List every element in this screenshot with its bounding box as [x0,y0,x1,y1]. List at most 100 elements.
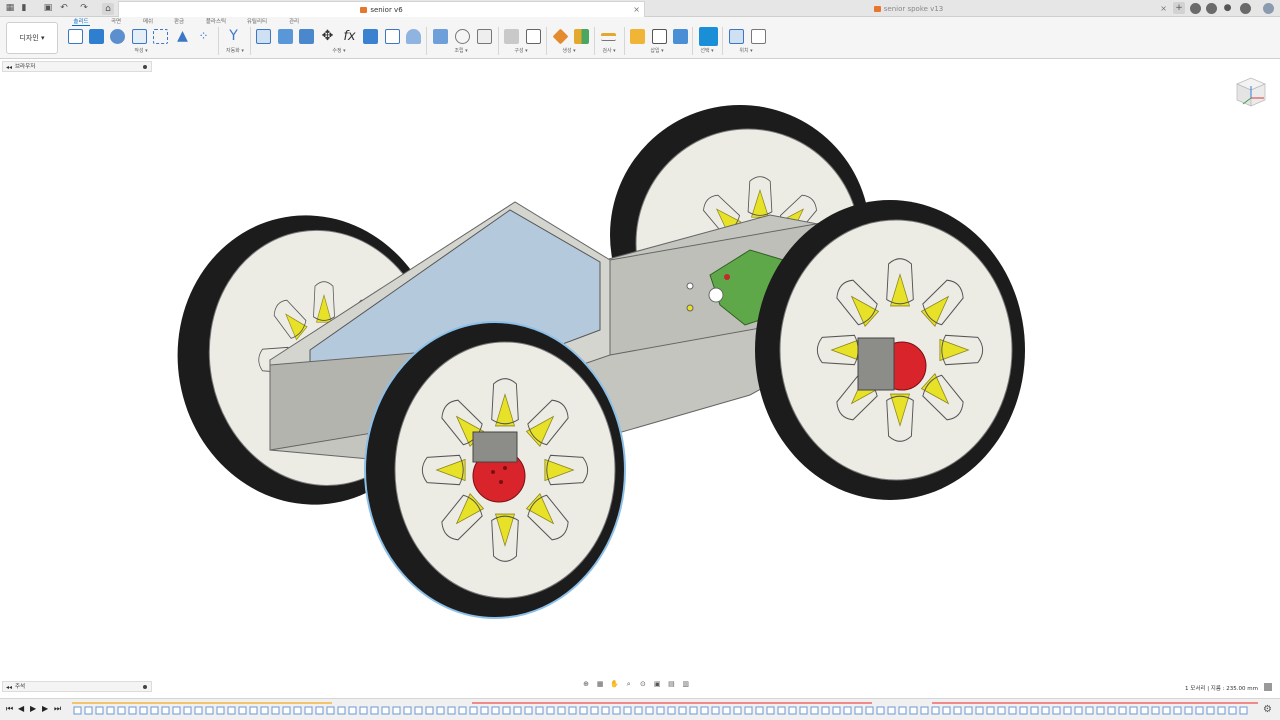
combine-icon[interactable] [385,29,400,44]
timeline-start-icon[interactable]: ⏮ [6,704,13,714]
app-grid-icon[interactable]: ▦ [4,2,16,14]
press-pull-icon[interactable] [256,29,271,44]
timeline-prev-icon[interactable]: ◀ [18,704,24,714]
loft-icon[interactable]: ▲ [175,29,190,44]
orbit-icon[interactable]: ⊕ [580,680,592,688]
timeline-feature-track[interactable] [72,702,1258,718]
capture-position-icon[interactable] [729,29,744,44]
model-canvas[interactable] [150,90,1050,630]
workspace-dropdown[interactable]: 디자인 ▾ [6,22,58,54]
move-icon[interactable]: ✥ [320,29,335,44]
parameters-icon[interactable]: fx [342,29,357,44]
divider [692,27,693,55]
tab-manage[interactable]: 관리 [286,17,302,25]
pin-icon[interactable] [143,685,147,689]
comments-panel[interactable]: ◂◂ 주석 [2,681,152,692]
divider [546,27,547,55]
browser-panel[interactable]: ◂◂ 브라우저 [2,61,152,72]
insert-canvas-icon[interactable] [673,29,688,44]
tab-solid[interactable]: 솔리드 [72,17,90,26]
as-built-joint-icon[interactable] [477,29,492,44]
notification-icon[interactable]: ● [1222,3,1233,14]
chamfer-icon[interactable] [299,29,314,44]
fillet-icon[interactable] [278,29,293,44]
timeline-next-icon[interactable]: ▶ [42,704,48,714]
fit-icon[interactable]: ⊙ [637,680,649,688]
zoom-icon[interactable]: ⌕ [623,680,635,689]
group-generate[interactable]: 생성 ▾ [556,47,582,54]
tab-mesh[interactable]: 메쉬 [140,17,156,25]
group-position[interactable]: 위치 ▾ [733,47,759,54]
pin-icon[interactable] [143,65,147,69]
group-construct[interactable]: 구성 ▾ [508,47,534,54]
help-icon[interactable] [1240,3,1251,14]
display-settings-icon[interactable]: ▣ [651,680,663,688]
revolve-icon[interactable] [110,29,125,44]
grid-settings-icon[interactable]: ▤ [665,680,677,688]
browser-label: 브라우저 [15,64,36,70]
save-icon[interactable]: ▣ [42,2,54,14]
hole-icon[interactable] [132,29,147,44]
pan-icon[interactable]: ✋ [608,680,620,688]
file-icon[interactable]: ▮ [18,2,30,14]
joint-icon[interactable] [455,29,470,44]
automate-icon[interactable]: Y [226,29,241,44]
tab-utilities[interactable]: 유틸리티 [245,17,269,25]
home-icon[interactable]: ⌂ [102,3,114,15]
sweep-icon[interactable] [153,29,168,44]
generative-design-icon[interactable] [574,29,589,44]
divider [722,27,723,55]
group-modify[interactable]: 수정 ▾ [326,47,352,54]
tab-plastic[interactable]: 플라스틱 [204,17,228,25]
select-cursor-icon[interactable] [699,27,718,46]
split-icon[interactable] [406,29,421,44]
measure-icon[interactable] [601,33,616,41]
tab-surface[interactable]: 곡면 [108,17,124,25]
timeline-play-icon[interactable]: ▶ [30,704,36,714]
tab-senior-v6[interactable]: senior v6 × [118,1,645,17]
group-insert[interactable]: 삽입 ▾ [644,47,670,54]
avatar[interactable] [1263,3,1274,14]
collapse-icon[interactable]: ◂◂ [6,683,12,693]
group-assemble[interactable]: 조립 ▾ [448,47,474,54]
close-icon[interactable]: × [1160,4,1167,14]
offset-plane-icon[interactable] [504,29,519,44]
pattern-icon[interactable]: ⁘ [196,29,211,44]
shell-icon[interactable] [363,29,378,44]
divider [624,27,625,55]
group-automate[interactable]: 자동화 ▾ [220,47,250,54]
component-icon [360,7,368,13]
insert-derive-icon[interactable] [630,29,645,44]
ribbon-toolbar: 디자인 ▾ 솔리드 곡면 메쉬 판금 플라스틱 유틸리티 관리 ▲ ⁘ 작성 ▾… [0,17,1280,59]
revert-position-icon[interactable] [751,29,766,44]
view-cube[interactable] [1231,74,1269,110]
wheel-front-right[interactable] [755,200,1025,500]
timeline-end-icon[interactable]: ⏭ [54,704,61,714]
comments-label: 주석 [15,684,26,690]
close-icon[interactable]: × [633,5,640,15]
group-inspect[interactable]: 검사 ▾ [596,47,622,54]
insert-mesh-icon[interactable] [652,29,667,44]
tab-title: senior v6 [370,6,403,14]
tab-sheet-metal[interactable]: 판금 [171,17,187,25]
status-grid-icon[interactable] [1264,683,1272,691]
look-at-icon[interactable]: ▦ [594,680,606,688]
group-create[interactable]: 작성 ▾ [128,47,154,54]
construct-table-icon[interactable] [526,29,541,44]
tab-senior-spoke-v13[interactable]: senior spoke v13 × [646,1,1171,17]
viewports-icon[interactable]: ▥ [680,680,692,688]
new-component-icon[interactable] [433,29,448,44]
job-status-icon[interactable] [1206,3,1217,14]
extrude-icon[interactable] [89,29,104,44]
undo-icon[interactable]: ↶ [58,2,70,14]
redo-icon[interactable]: ↷ [78,2,90,14]
timeline-settings-icon[interactable]: ⚙ [1263,704,1272,715]
generate-icon[interactable] [552,28,569,45]
timeline: ⏮ ◀ ▶ ▶ ⏭ ⚙ [0,698,1280,720]
extensions-icon[interactable] [1190,3,1201,14]
collapse-icon[interactable]: ◂◂ [6,63,12,73]
wheel-front-left[interactable] [364,321,626,619]
new-tab-icon[interactable]: + [1173,2,1185,14]
create-sketch-icon[interactable] [68,29,83,44]
group-select[interactable]: 선택 ▾ [694,47,720,54]
